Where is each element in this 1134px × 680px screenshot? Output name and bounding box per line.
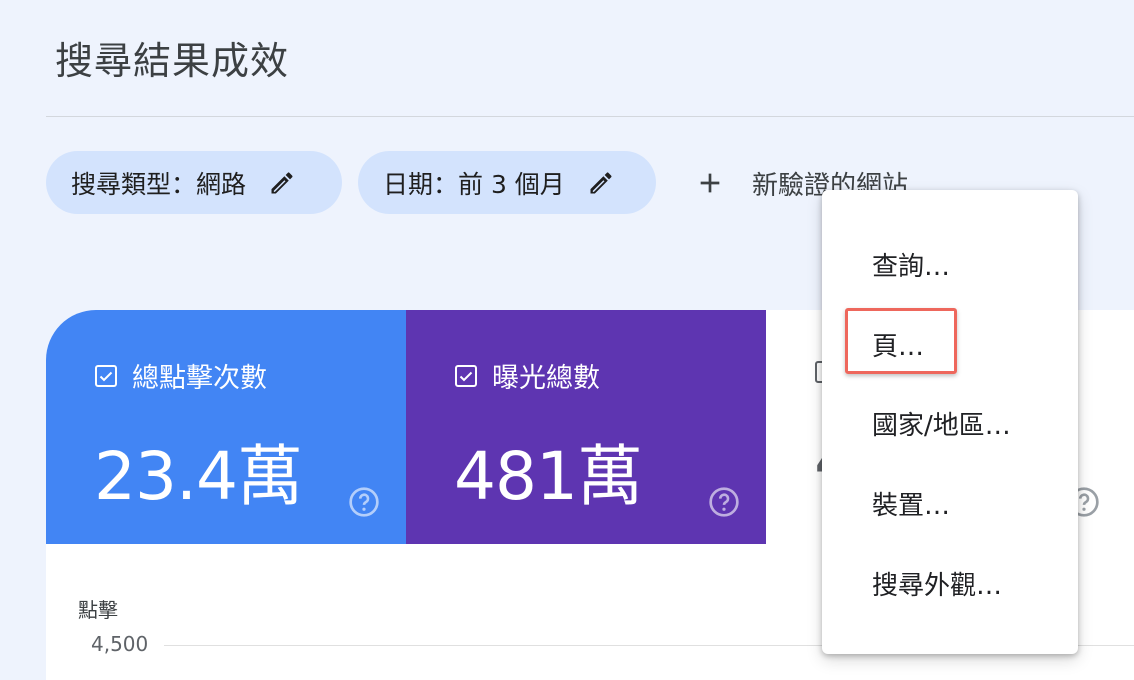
highlight-box [845, 308, 957, 374]
filter-chip-date-label: 日期：前 3 個月 [383, 169, 565, 199]
filter-chip-date[interactable]: 日期：前 3 個月 [358, 151, 656, 214]
metric-card-clicks-header: 總點擊次數 [94, 356, 406, 395]
menu-item-devices[interactable]: 裝置… [872, 485, 950, 522]
metric-card-impressions-header: 曝光總數 [454, 356, 766, 395]
checkbox-checked-icon[interactable] [454, 364, 478, 388]
metric-card-impressions[interactable]: 曝光總數 481萬 [406, 310, 766, 544]
pencil-icon [590, 171, 612, 193]
title-divider [46, 116, 1134, 117]
filter-chip-search-type[interactable]: 搜尋類型：網路 [46, 151, 342, 214]
metric-label: 曝光總數 [492, 363, 600, 394]
pencil-icon [271, 171, 293, 193]
y-axis-title: 點擊 [78, 598, 118, 622]
help-icon[interactable] [708, 486, 740, 518]
menu-item-countries[interactable]: 國家/地區… [872, 405, 1011, 442]
menu-item-queries[interactable]: 查詢… [872, 246, 950, 283]
filter-chip-search-type-label: 搜尋類型：網路 [71, 169, 247, 199]
metric-label: 總點擊次數 [132, 363, 267, 394]
help-icon[interactable] [348, 486, 380, 518]
plus-icon [700, 173, 720, 193]
page-title: 搜尋結果成效 [55, 39, 290, 83]
metric-card-clicks[interactable]: 總點擊次數 23.4萬 [46, 310, 406, 544]
menu-item-search-appearance[interactable]: 搜尋外觀… [872, 565, 1002, 602]
dimension-menu: 查詢… 頁… 國家/地區… 裝置… 搜尋外觀… [822, 190, 1078, 654]
y-tick-label: 4,500 [91, 632, 149, 656]
checkbox-checked-icon[interactable] [94, 364, 118, 388]
